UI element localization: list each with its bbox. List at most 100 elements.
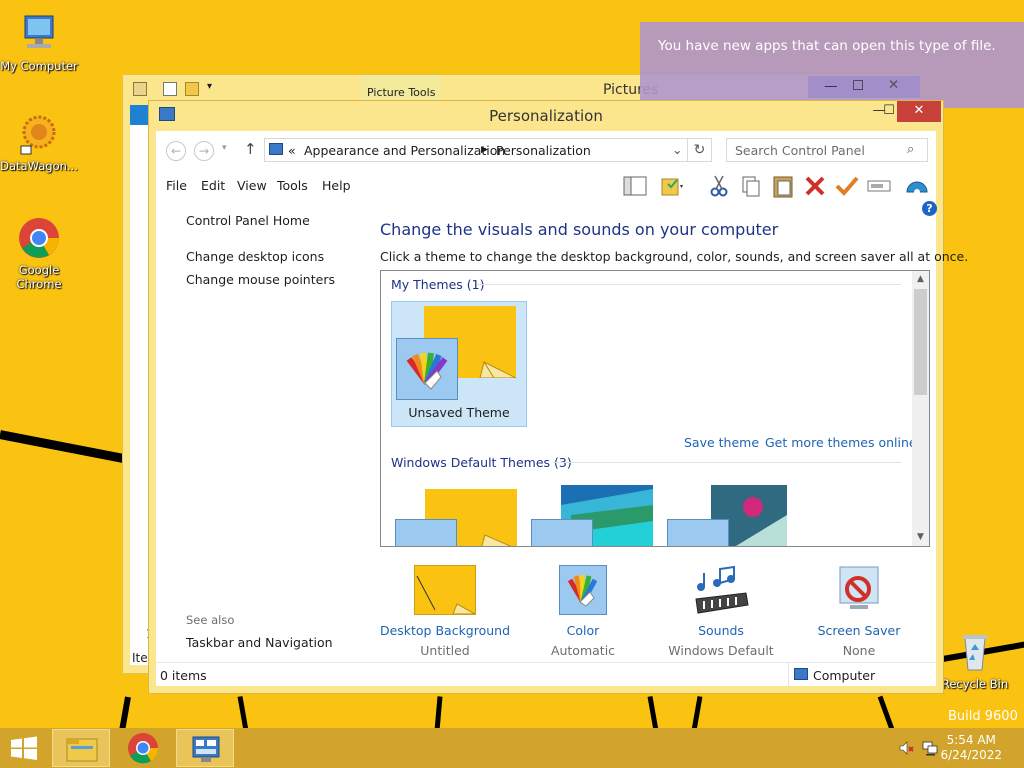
start-button[interactable] xyxy=(0,729,48,767)
theme-lines-and-colors[interactable] xyxy=(531,485,655,546)
change-mouse-pointers-link[interactable]: Change mouse pointers xyxy=(186,272,335,287)
scroll-up-arrow[interactable]: ▲ xyxy=(912,271,929,288)
layout-icon[interactable] xyxy=(622,174,648,198)
toast-minimize-button[interactable]: — xyxy=(824,76,838,96)
rename-icon[interactable] xyxy=(866,174,892,198)
menu-tools[interactable]: Tools xyxy=(277,178,308,193)
theme-flowers[interactable] xyxy=(667,485,791,546)
chevron-down-icon[interactable]: ▾ xyxy=(207,81,212,92)
taskbar-control-panel[interactable] xyxy=(176,729,234,767)
menu-view[interactable]: View xyxy=(237,178,267,193)
network-icon[interactable] xyxy=(922,740,938,756)
taskbar-file-explorer[interactable] xyxy=(52,729,110,767)
toast-maximize-button[interactable]: ☐ xyxy=(852,76,864,96)
desktop-background-link[interactable]: Desktop Background xyxy=(370,623,520,638)
desktop-background-icon xyxy=(414,565,477,615)
shell-icon[interactable] xyxy=(904,174,930,198)
color-link[interactable]: Color xyxy=(508,623,658,638)
sounds-link[interactable]: Sounds xyxy=(646,623,796,638)
color-swatch-icon xyxy=(531,519,593,546)
refresh-button[interactable]: ↻ xyxy=(688,138,712,162)
delete-icon[interactable] xyxy=(802,174,828,198)
get-more-themes-link[interactable]: Get more themes online xyxy=(765,435,917,450)
cut-icon[interactable] xyxy=(706,174,732,198)
up-button[interactable]: ↑ xyxy=(244,140,257,158)
breadcrumb-separator: ▶ xyxy=(481,145,488,155)
left-pane: Control Panel Home Change desktop icons … xyxy=(156,201,371,662)
status-bar: 0 items Computer xyxy=(156,662,936,687)
chrome-icon xyxy=(17,216,61,260)
color-swatch-icon xyxy=(395,519,457,546)
volume-muted-icon[interactable] xyxy=(898,740,914,756)
screen-saver-icon xyxy=(828,565,890,615)
desktop-icon-datawagon[interactable]: DataWagon... xyxy=(0,112,78,173)
address-box[interactable]: « Appearance and Personalization ▶ Perso… xyxy=(264,138,688,162)
clock-time: 5:54 AM xyxy=(946,733,996,747)
window-title: Personalization xyxy=(489,107,603,125)
close-button[interactable]: ✕ xyxy=(897,101,941,122)
control-panel-home-link[interactable]: Control Panel Home xyxy=(186,213,310,228)
save-theme-link[interactable]: Save theme xyxy=(684,435,759,450)
search-input[interactable] xyxy=(727,139,905,161)
address-root[interactable]: « xyxy=(288,143,296,158)
taskbar-chrome[interactable] xyxy=(114,729,172,767)
titlebar[interactable]: Personalization — ☐ ✕ xyxy=(149,101,943,131)
taskbar-navigation-link[interactable]: Taskbar and Navigation xyxy=(186,635,333,650)
desktop-icon-chrome[interactable]: Google Chrome xyxy=(0,216,78,291)
quick-access-icon xyxy=(133,82,147,96)
search-icon[interactable]: ⌕ xyxy=(907,142,914,157)
status-divider xyxy=(788,663,789,687)
address-dropdown-icon[interactable]: ⌄ xyxy=(672,142,682,157)
desktop-icon-my-computer[interactable]: My Computer xyxy=(0,12,78,73)
page-title: Change the visuals and sounds on your co… xyxy=(380,220,779,239)
clock-date: 6/24/2022 xyxy=(940,748,1002,762)
desktop-background-item[interactable]: Desktop Background Untitled xyxy=(370,565,520,658)
system-clock[interactable]: 5:54 AM 6/24/2022 xyxy=(940,733,1002,763)
color-item[interactable]: Color Automatic xyxy=(508,565,658,658)
personalization-window[interactable]: Personalization — ☐ ✕ ← → ▾ ↑ « Appearan… xyxy=(148,100,968,694)
menu-file[interactable]: File xyxy=(166,178,187,193)
datawagon-icon xyxy=(17,112,61,156)
page-subtitle: Click a theme to change the desktop back… xyxy=(380,249,969,264)
status-items: 0 items xyxy=(160,668,207,683)
back-button[interactable]: ← xyxy=(166,141,186,161)
paste-icon[interactable] xyxy=(770,174,796,198)
copy-icon[interactable] xyxy=(738,174,764,198)
screen-saver-link[interactable]: Screen Saver xyxy=(784,623,934,638)
theme-windows[interactable] xyxy=(395,489,519,546)
change-desktop-icons-link[interactable]: Change desktop icons xyxy=(186,249,324,264)
sounds-item[interactable]: Sounds Windows Default xyxy=(646,565,796,658)
sounds-value: Windows Default xyxy=(668,643,774,658)
toast-notification[interactable]: You have new apps that can open this typ… xyxy=(640,22,1024,108)
help-icon[interactable]: ? xyxy=(922,201,937,216)
toast-close-button[interactable]: ✕ xyxy=(888,75,899,95)
forward-button[interactable]: → xyxy=(194,141,214,161)
theme-unsaved[interactable]: Unsaved Theme xyxy=(391,301,527,427)
recent-chevron-icon[interactable]: ▾ xyxy=(222,143,227,153)
picture-tools-tab[interactable]: Picture Tools xyxy=(361,75,442,101)
breadcrumb-personalization[interactable]: Personalization xyxy=(496,143,591,158)
control-panel-icon xyxy=(269,143,283,155)
menu-bar: File Edit View Tools Help xyxy=(156,169,936,201)
group-divider xyxy=(477,284,901,285)
see-also-header: See also xyxy=(186,613,235,627)
menu-edit[interactable]: Edit xyxy=(201,178,225,193)
screen-saver-item[interactable]: Screen Saver None xyxy=(784,565,934,658)
desktop-icon-label: Recycle Bin xyxy=(941,677,1009,691)
desktop-icon-recycle-bin[interactable]: Recycle Bin xyxy=(936,630,1014,691)
themes-list[interactable]: My Themes (1) Unsaved Theme Save theme G… xyxy=(380,270,930,547)
screen-saver-value: None xyxy=(842,643,876,658)
scroll-down-arrow[interactable]: ▼ xyxy=(912,529,929,546)
color-swatch-icon xyxy=(667,519,729,546)
scroll-thumb[interactable] xyxy=(914,289,927,395)
build-watermark: Build 9600 xyxy=(948,709,1018,724)
recycle-bin-icon xyxy=(953,630,997,674)
taskbar: 5:54 AM 6/24/2022 xyxy=(0,728,1024,768)
themes-scrollbar[interactable]: ▲ ▼ xyxy=(912,271,929,546)
search-box[interactable]: ⌕ xyxy=(726,138,928,162)
breadcrumb-appearance[interactable]: Appearance and Personalization xyxy=(304,143,505,158)
desktop-icon-label: DataWagon... xyxy=(0,159,78,173)
menu-help[interactable]: Help xyxy=(322,178,351,193)
checkmark-icon[interactable] xyxy=(834,174,860,198)
folder-check-icon[interactable] xyxy=(660,174,686,198)
